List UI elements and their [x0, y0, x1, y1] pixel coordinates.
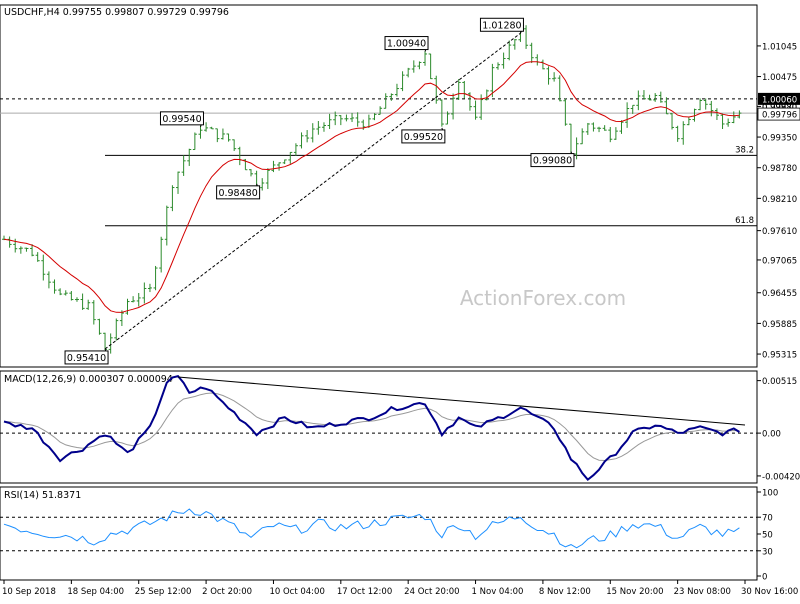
- swing-label-1: 0.99540: [162, 114, 201, 125]
- time-tick-label: 18 Sep 04:00: [67, 587, 124, 597]
- time-tick-label: 10 Oct 04:00: [269, 587, 324, 597]
- swing-label-0: 0.95410: [67, 353, 106, 364]
- time-tick-label: 1 Nov 04:00: [472, 587, 524, 597]
- time-tick-label: 10 Sep 2018: [2, 587, 56, 597]
- swing-label-5: 1.01280: [482, 20, 521, 31]
- rsi-tick-label: 50: [762, 531, 773, 541]
- rsi-tick-label: 0: [762, 573, 767, 583]
- macd-tick-label: -0.00420: [762, 472, 800, 482]
- rsi-tick-label: 70: [762, 514, 773, 524]
- rsi-tick-label: 30: [762, 547, 773, 557]
- macd-header: MACD(12,26,9) 0.000307 0.000094: [4, 374, 173, 385]
- price-header: USDCHF,H4 0.99755 0.99807 0.99729 0.9979…: [4, 7, 229, 18]
- price-tick-label: 0.96455: [762, 289, 797, 299]
- price-tick-label: 0.98780: [762, 164, 797, 174]
- price-tick-label: 0.99350: [762, 134, 797, 144]
- time-tick-label: 15 Nov 20:00: [606, 587, 663, 597]
- price-tick-label: 1.00475: [762, 73, 797, 83]
- price-tick-label: 1.01045: [762, 42, 797, 52]
- price-tick-label: 0.95885: [762, 320, 797, 330]
- time-tick-label: 25 Sep 12:00: [135, 587, 192, 597]
- time-tick-label: 2 Oct 20:00: [202, 587, 252, 597]
- price-tick-label: 0.95315: [762, 351, 797, 361]
- time-tick-label: 8 Nov 12:00: [539, 587, 591, 597]
- rsi-tick-label: 100: [762, 489, 778, 499]
- usdchf-chart: USDCHF,H4 0.99755 0.99807 0.99729 0.9979…: [0, 0, 800, 600]
- fib-label-61.8: 61.8: [735, 216, 754, 226]
- time-tick-label: 17 Oct 12:00: [337, 587, 392, 597]
- macd-tick-label: 0.00: [762, 430, 781, 440]
- chart-canvas: USDCHF,H4 0.99755 0.99807 0.99729 0.9979…: [0, 0, 800, 600]
- macd-tick-label: 0.00515: [762, 377, 797, 387]
- swing-label-4: 0.99520: [404, 132, 443, 143]
- fib-label-38.2: 38.2: [735, 145, 754, 155]
- time-tick-label: 30 Nov 16:00: [741, 587, 798, 597]
- current-price-tag-label: 0.99796: [762, 111, 797, 121]
- watermark: ActionForex.com: [460, 286, 626, 310]
- swing-label-3: 1.00940: [387, 39, 426, 50]
- price-tick-label: 0.97065: [762, 256, 797, 266]
- time-tick-label: 24 Oct 20:00: [404, 587, 459, 597]
- price-tick-label: 0.97610: [762, 227, 797, 237]
- rsi-header: RSI(14) 51.8371: [4, 490, 81, 501]
- swing-label-6: 0.99080: [533, 156, 572, 167]
- swing-label-2: 0.98480: [218, 188, 257, 199]
- time-tick-label: 23 Nov 08:00: [674, 587, 731, 597]
- price-tick-label: 0.98210: [762, 195, 797, 205]
